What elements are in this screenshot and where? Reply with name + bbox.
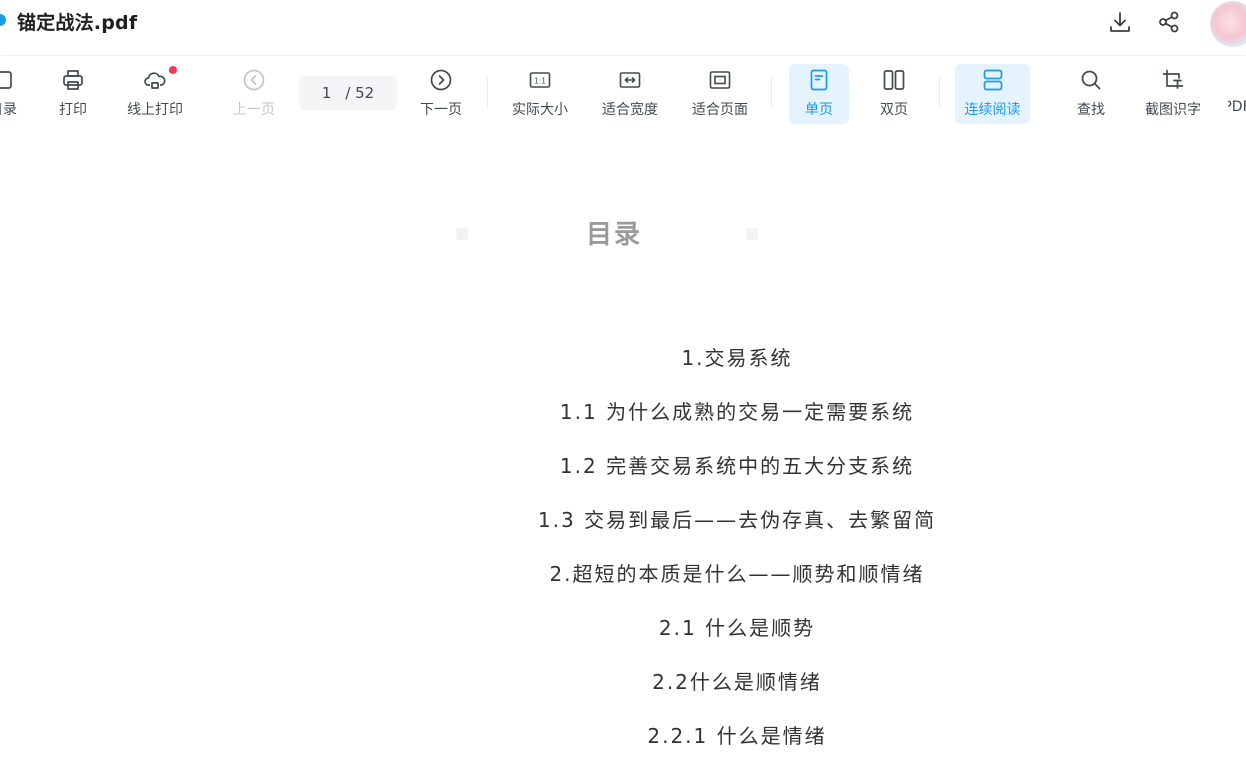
next-page-button[interactable]: 下一页 (416, 64, 466, 124)
screenshot-ocr-label: 截图识字 (1145, 102, 1201, 118)
current-page: 1 (321, 84, 332, 102)
notification-dot (169, 66, 177, 74)
fit-page-button[interactable]: 适合页面 (687, 64, 753, 124)
watermark: ■ (745, 224, 760, 242)
prev-page-button[interactable]: 上一页 (229, 64, 279, 124)
pdf-tools-label: PDF (1228, 99, 1246, 115)
fit-width-icon (618, 68, 642, 92)
cloud-print-icon (143, 66, 177, 92)
separator (487, 78, 488, 108)
crop-ocr-icon (1161, 68, 1185, 92)
toc-entry[interactable]: 2.2什么是顺情绪 (0, 669, 1246, 723)
screenshot-ocr-button[interactable]: 截图识字 (1140, 64, 1206, 124)
continuous-reading-button[interactable]: 连续阅读 (955, 64, 1030, 124)
search-button[interactable]: 查找 (1066, 64, 1116, 124)
download-icon[interactable] (1106, 8, 1134, 36)
page-number-input[interactable]: 1 / 52 (299, 76, 397, 110)
document-page: ■ ■ 目录 1.交易系统 1.1 为什么成熟的交易一定需要系统 1.2 完善交… (0, 130, 1246, 760)
toc-entry[interactable]: 1.2 完善交易系统中的五大分支系统 (0, 453, 1246, 507)
print-button[interactable]: 打印 (48, 64, 98, 124)
title-bar: 锚定战法.pdf (0, 0, 1246, 52)
separator (939, 78, 940, 108)
double-page-button[interactable]: 双页 (869, 64, 919, 124)
double-page-icon (882, 68, 906, 92)
toc-entry[interactable]: 1.1 为什么成熟的交易一定需要系统 (0, 399, 1246, 453)
online-print-label: 线上打印 (127, 102, 183, 118)
continuous-scroll-icon (981, 68, 1005, 92)
actual-size-glyph: 1:1 (534, 76, 546, 85)
toc-label: 目录 (0, 102, 17, 118)
fit-width-label: 适合宽度 (602, 102, 658, 118)
actual-size-icon: 1:1 (528, 68, 552, 92)
toc-entry[interactable]: 1.3 交易到最后——去伪存真、去繁留简 (0, 507, 1246, 561)
single-page-label: 单页 (805, 102, 833, 118)
single-page-icon (807, 68, 831, 92)
search-icon (1079, 68, 1103, 92)
single-page-button[interactable]: 单页 (789, 64, 849, 124)
actual-size-label: 实际大小 (512, 102, 568, 118)
fit-page-icon (708, 68, 732, 92)
document-title: 锚定战法.pdf (17, 12, 138, 34)
toc-list: 1.交易系统 1.1 为什么成熟的交易一定需要系统 1.2 完善交易系统中的五大… (0, 345, 1246, 777)
actual-size-button[interactable]: 1:1 实际大小 (507, 64, 573, 124)
toc-entry[interactable]: 2.2.1 什么是情绪 (0, 723, 1246, 777)
online-print-button[interactable]: 线上打印 (122, 64, 188, 124)
user-avatar[interactable] (1210, 1, 1246, 47)
fit-width-button[interactable]: 适合宽度 (597, 64, 663, 124)
search-label: 查找 (1077, 102, 1105, 118)
chevron-right-circle-icon (429, 68, 453, 92)
fit-page-label: 适合页面 (692, 102, 748, 118)
toc-heading: 目录 (586, 220, 643, 250)
print-label: 打印 (59, 102, 87, 118)
prev-page-label: 上一页 (233, 102, 275, 118)
separator (771, 78, 772, 108)
printer-icon (61, 68, 85, 92)
app-logo-icon (0, 14, 6, 26)
pdf-tools-button[interactable]: PDF (1228, 64, 1246, 124)
toc-entry[interactable]: 2.超短的本质是什么——顺势和顺情绪 (0, 561, 1246, 615)
toolbar: 目录 打印 线上打印 上一页 1 / 52 (0, 55, 1246, 130)
double-page-label: 双页 (880, 102, 908, 118)
toc-entry[interactable]: 2.1 什么是顺势 (0, 615, 1246, 669)
contents-icon (0, 68, 15, 92)
total-pages: / 52 (345, 84, 375, 102)
toc-entry[interactable]: 1.交易系统 (0, 345, 1246, 399)
chevron-left-circle-icon (242, 68, 266, 92)
continuous-reading-label: 连续阅读 (964, 102, 1021, 118)
share-icon[interactable] (1155, 8, 1183, 36)
next-page-label: 下一页 (420, 102, 462, 118)
watermark: ■ (455, 224, 470, 242)
pdf-icon (1228, 68, 1246, 92)
toc-button[interactable]: 目录 (0, 64, 20, 124)
